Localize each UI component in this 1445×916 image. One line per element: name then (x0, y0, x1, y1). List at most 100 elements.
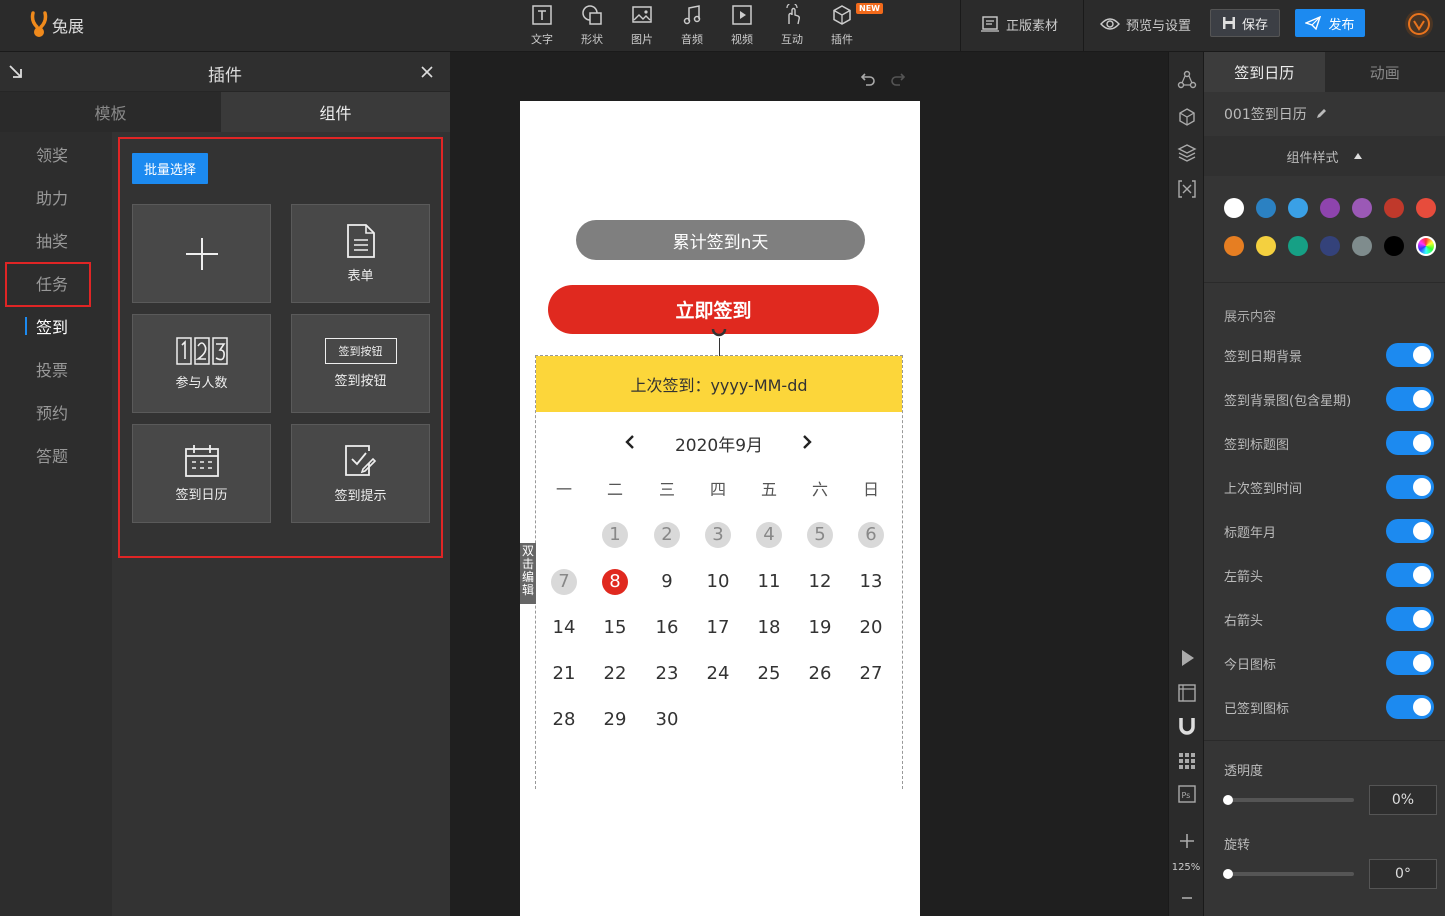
rotation-input[interactable]: 0° (1369, 859, 1437, 889)
tool-text[interactable]: 文字 (517, 2, 567, 48)
calendar-day[interactable]: 18 (756, 615, 782, 641)
color-picker-icon[interactable] (1416, 236, 1436, 256)
chevron-right-icon[interactable] (802, 434, 812, 450)
calendar-day[interactable]: 10 (705, 569, 731, 595)
calendar-day[interactable]: 27 (858, 661, 884, 687)
calendar-day[interactable]: 3 (705, 522, 731, 548)
redo-icon[interactable] (890, 72, 906, 86)
share-nodes-icon[interactable] (1177, 70, 1197, 90)
color-swatch[interactable] (1224, 236, 1244, 256)
calendar-day[interactable]: 11 (756, 569, 782, 595)
calendar-day[interactable]: 21 (551, 661, 577, 687)
slider-thumb[interactable] (1223, 795, 1233, 805)
calendar-day[interactable]: 24 (705, 661, 731, 687)
opacity-input[interactable]: 0% (1369, 785, 1437, 815)
calendar-day[interactable]: 4 (756, 522, 782, 548)
form-component-card[interactable]: 表单 (291, 204, 430, 303)
color-swatch[interactable] (1256, 198, 1276, 218)
toggle-switch[interactable] (1386, 431, 1434, 455)
calendar-day[interactable]: 17 (705, 615, 731, 641)
psd-import-icon[interactable]: Ps (1177, 784, 1197, 804)
tool-shape[interactable]: 形状 (567, 2, 617, 48)
toggle-switch[interactable] (1386, 475, 1434, 499)
app-logo[interactable]: 兔展 (28, 8, 98, 42)
toggle-switch[interactable] (1386, 387, 1434, 411)
calendar-day[interactable]: 2 (654, 522, 680, 548)
category-item[interactable]: 投票 (0, 347, 112, 390)
variable-icon[interactable] (1177, 179, 1197, 199)
tool-audio[interactable]: 音频 (667, 2, 717, 48)
calendar-day[interactable]: 8 (602, 569, 628, 595)
color-swatch[interactable] (1224, 198, 1244, 218)
toggle-switch[interactable] (1386, 651, 1434, 675)
licensed-assets-button[interactable]: 正版素材 (980, 12, 1058, 36)
save-button[interactable]: 保存 (1210, 9, 1280, 37)
category-item-signin[interactable]: 签到 (0, 304, 112, 347)
calendar-day[interactable]: 16 (654, 615, 680, 641)
layers-icon[interactable] (1177, 143, 1197, 163)
calendar-day[interactable]: 20 (858, 615, 884, 641)
component-style-header[interactable]: 组件样式 (1204, 136, 1445, 176)
tool-interaction[interactable]: 互动 (767, 2, 817, 48)
calendar-day[interactable]: 15 (602, 615, 628, 641)
magnet-icon[interactable] (1177, 716, 1197, 736)
color-swatch[interactable] (1320, 236, 1340, 256)
calendar-day[interactable]: 12 (807, 569, 833, 595)
tab-templates[interactable]: 模板 (0, 92, 221, 132)
calendar-day[interactable]: 9 (654, 569, 680, 595)
close-icon[interactable] (420, 65, 434, 79)
signin-button-component-card[interactable]: 签到按钮 签到按钮 (291, 314, 430, 413)
color-swatch[interactable] (1352, 198, 1372, 218)
category-item[interactable]: 领奖 (0, 132, 112, 175)
calendar-day[interactable]: 23 (654, 661, 680, 687)
color-swatch[interactable] (1384, 236, 1404, 256)
opacity-slider[interactable] (1223, 795, 1354, 805)
publish-button[interactable]: 发布 (1295, 9, 1365, 37)
grid-icon[interactable] (1177, 751, 1197, 771)
calendar-day[interactable]: 28 (551, 707, 577, 733)
calendar-day[interactable]: 26 (807, 661, 833, 687)
calendar-day[interactable]: 22 (602, 661, 628, 687)
category-item[interactable]: 答题 (0, 433, 112, 476)
category-item[interactable]: 助力 (0, 175, 112, 218)
toggle-switch[interactable] (1386, 695, 1434, 719)
toggle-switch[interactable] (1386, 343, 1434, 367)
signin-tip-component-card[interactable]: 签到提示 (291, 424, 430, 523)
color-swatch[interactable] (1288, 198, 1308, 218)
tab-signin-calendar[interactable]: 签到日历 (1204, 52, 1325, 92)
add-component-card[interactable] (132, 204, 271, 303)
color-swatch[interactable] (1352, 236, 1372, 256)
tool-video[interactable]: 视频 (717, 2, 767, 48)
calendar-day[interactable]: 5 (807, 522, 833, 548)
slider-thumb[interactable] (1223, 869, 1233, 879)
color-swatch[interactable] (1416, 198, 1436, 218)
calendar-day[interactable]: 25 (756, 661, 782, 687)
calendar-day[interactable]: 13 (858, 569, 884, 595)
toggle-switch[interactable] (1386, 607, 1434, 631)
signin-counter-pill[interactable]: 累计签到n天 (576, 220, 865, 260)
component-name[interactable]: 001签到日历 (1224, 104, 1327, 124)
tool-image[interactable]: 图片 (617, 2, 667, 48)
calendar-day[interactable]: 29 (602, 707, 628, 733)
color-swatch[interactable] (1256, 236, 1276, 256)
color-swatch[interactable] (1288, 236, 1308, 256)
zoom-out-icon[interactable] (1177, 888, 1197, 908)
toggle-switch[interactable] (1386, 519, 1434, 543)
color-swatch[interactable] (1320, 198, 1340, 218)
calendar-day[interactable]: 6 (858, 522, 884, 548)
rotation-slider[interactable] (1223, 869, 1354, 879)
participants-component-card[interactable]: 参与人数 (132, 314, 271, 413)
tab-animation[interactable]: 动画 (1325, 52, 1445, 92)
calendar-day[interactable]: 1 (602, 522, 628, 548)
avatar[interactable] (1405, 10, 1433, 38)
calendar-day[interactable]: 7 (551, 569, 577, 595)
toggle-switch[interactable] (1386, 563, 1434, 587)
category-item[interactable]: 预约 (0, 390, 112, 433)
play-icon[interactable] (1177, 648, 1197, 668)
category-item[interactable]: 抽奖 (0, 218, 112, 261)
signin-calendar-component-card[interactable]: 签到日历 (132, 424, 271, 523)
calendar-day[interactable]: 19 (807, 615, 833, 641)
calendar-day[interactable]: 30 (654, 707, 680, 733)
double-click-edit-tab[interactable]: 双击编辑 (520, 543, 536, 604)
zoom-in-icon[interactable] (1177, 831, 1197, 851)
